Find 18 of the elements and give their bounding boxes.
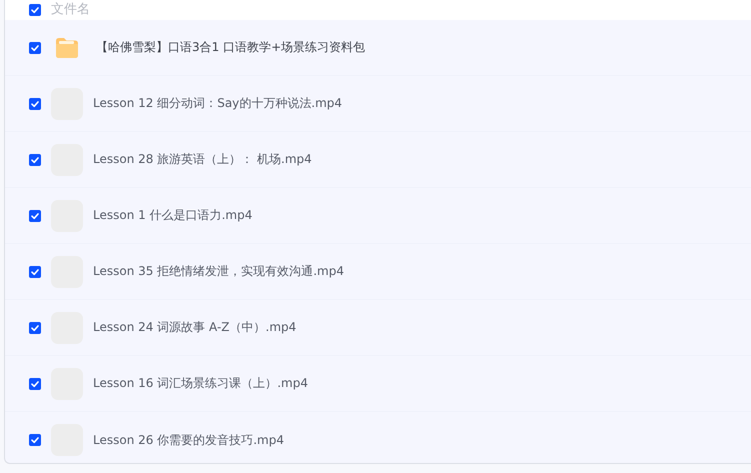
checkbox[interactable] [29, 210, 41, 222]
checkbox[interactable] [29, 98, 41, 110]
checkbox[interactable] [29, 378, 41, 390]
file-name[interactable]: Lesson 24 词源故事 A-Z（中）.mp4 [93, 319, 296, 336]
file-name[interactable]: 【哈佛雪梨】口语3合1 口语教学+场景练习资料包 [96, 39, 366, 56]
file-name[interactable]: Lesson 35 拒绝情绪发泄，实现有效沟通.mp4 [93, 263, 344, 280]
file-name[interactable]: Lesson 26 你需要的发音技巧.mp4 [93, 432, 284, 448]
file-name[interactable]: Lesson 1 什么是口语力.mp4 [93, 207, 252, 224]
checkbox[interactable] [29, 266, 41, 278]
checkbox[interactable] [29, 154, 41, 166]
checkbox[interactable] [29, 434, 41, 446]
checkbox[interactable] [29, 4, 41, 16]
column-header: 文件名 [51, 2, 90, 18]
file-name[interactable]: Lesson 12 细分动词：Say的十万种说法.mp4 [93, 95, 342, 112]
checkbox[interactable] [29, 322, 41, 334]
file-name[interactable]: Lesson 28 旅游英语（上）： 机场.mp4 [93, 151, 312, 168]
file-name[interactable]: Lesson 16 词汇场景练习课（上）.mp4 [93, 375, 308, 392]
checkbox[interactable] [29, 42, 41, 54]
